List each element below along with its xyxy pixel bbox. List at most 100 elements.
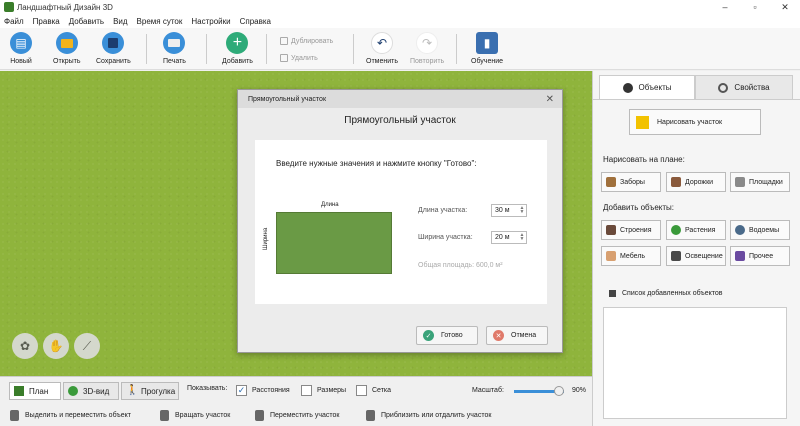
save-button[interactable]: Сохранить	[96, 32, 131, 65]
plot-preview	[276, 212, 392, 274]
add-label: Добавить	[222, 58, 253, 65]
spinner-arrows-icon[interactable]: ▲ ▼	[519, 206, 525, 215]
tree-plant-icon	[671, 225, 681, 235]
plus-icon: +	[226, 32, 249, 54]
duplicate-icon	[280, 37, 288, 45]
areas-button[interactable]: Площадки	[730, 172, 790, 192]
areas-label: Площадки	[749, 178, 783, 186]
3d-icon	[68, 386, 78, 396]
toolbar-divider	[206, 34, 207, 64]
menu-bar: Файл Правка Добавить Вид Время суток Нас…	[0, 14, 800, 28]
window-controls: – ▫ ✕	[710, 0, 800, 14]
furniture-label: Мебель	[620, 252, 646, 260]
mouse-left-icon	[10, 409, 19, 421]
redo-button[interactable]: ↷ Повторить	[410, 32, 444, 65]
status-move: Переместить участок	[255, 409, 339, 421]
tab-objects[interactable]: Объекты	[599, 75, 695, 99]
menu-add[interactable]: Добавить	[69, 17, 104, 26]
walk-view-button[interactable]: 🚶 Прогулка	[121, 382, 179, 400]
undo-button[interactable]: ↶ Отменить	[366, 32, 398, 65]
redo-arrow-icon: ↷	[416, 32, 439, 54]
floppy-icon	[102, 32, 125, 54]
plan-view-button[interactable]: План	[9, 382, 61, 400]
total-area: Общая площадь: 600,0 м²	[418, 262, 503, 269]
menu-time-of-day[interactable]: Время суток	[137, 17, 183, 26]
house-icon	[606, 225, 616, 235]
sizes-checkbox[interactable]: Размеры	[301, 385, 346, 396]
object-list[interactable]	[603, 307, 787, 419]
redo-label: Повторить	[410, 58, 445, 65]
menu-edit[interactable]: Правка	[33, 17, 60, 26]
minimize-icon[interactable]: –	[710, 0, 740, 14]
furniture-button[interactable]: Мебель	[601, 246, 661, 266]
distances-checkbox[interactable]: ✓ Расстояния	[236, 385, 290, 396]
add-button[interactable]: + Добавить	[222, 32, 253, 65]
ponds-button[interactable]: Водоемы	[730, 220, 790, 240]
tutorial-button[interactable]: ▮ Обучение	[471, 32, 503, 65]
open-button[interactable]: Открыть	[53, 32, 81, 65]
length-label: Длина участка:	[418, 207, 468, 214]
lighting-button[interactable]: Освещение	[666, 246, 726, 266]
scale-slider[interactable]	[514, 386, 564, 396]
menu-file[interactable]: Файл	[4, 17, 24, 26]
tutorial-label: Обучение	[471, 58, 504, 65]
paths-button[interactable]: Дорожки	[666, 172, 726, 192]
duplicate-label: Дублировать	[291, 37, 334, 45]
spinner-arrows-icon[interactable]: ▲ ▼	[519, 233, 525, 242]
scale-slider-handle[interactable]	[554, 386, 564, 396]
delete-button[interactable]: Удалить	[280, 54, 318, 62]
width-spinner[interactable]: 20 м ▲ ▼	[491, 231, 527, 244]
3d-view-button[interactable]: 3D-вид	[63, 382, 119, 400]
print-button[interactable]: Печать	[163, 32, 186, 65]
hand-pan-icon[interactable]: ✋	[43, 333, 69, 359]
lamp-icon	[671, 251, 681, 261]
length-spinner[interactable]: 30 м ▲ ▼	[491, 204, 527, 217]
folder-icon	[55, 32, 78, 54]
status-rotate: Вращать участок	[160, 409, 230, 421]
plan-label: План	[29, 386, 49, 396]
plants-button[interactable]: Растения	[666, 220, 726, 240]
toolbar-divider	[266, 34, 267, 64]
buildings-label: Строения	[620, 226, 652, 234]
right-panel: Объекты Свойства Нарисовать участок Нари…	[592, 71, 800, 426]
buildings-button[interactable]: Строения	[601, 220, 661, 240]
status-select: Выделить и переместить объект	[10, 409, 131, 421]
dialog-close-icon[interactable]: ✕	[546, 94, 554, 105]
fences-button[interactable]: Заборы	[601, 172, 661, 192]
menu-help[interactable]: Справка	[240, 17, 271, 26]
grid-checkbox[interactable]: Сетка	[356, 385, 391, 396]
toolbar-divider	[456, 34, 457, 64]
maximize-icon[interactable]: ▫	[740, 0, 770, 14]
object-list-title: Список добавленных объектов	[622, 290, 723, 297]
dialog-header: Прямоугольный участок ✕	[238, 90, 562, 108]
draw-plot-button[interactable]: Нарисовать участок	[629, 109, 761, 135]
duplicate-button[interactable]: Дублировать	[280, 37, 333, 45]
dialog-instruction: Введите нужные значения и нажмите кнопку…	[276, 159, 477, 168]
ok-button[interactable]: ✓ Готово	[416, 326, 478, 345]
undo-arrow-icon: ↶	[371, 32, 393, 54]
tab-properties[interactable]: Свойства	[695, 75, 793, 99]
new-button[interactable]: ▤ Новый	[10, 32, 32, 65]
ruler-icon[interactable]: ⟋	[74, 333, 100, 359]
save-label: Сохранить	[96, 58, 131, 65]
new-file-icon: ▤	[10, 32, 32, 54]
close-icon[interactable]: ✕	[770, 0, 800, 14]
menu-settings[interactable]: Настройки	[191, 17, 230, 26]
width-caption: Ширина	[263, 227, 269, 250]
misc-icon	[735, 251, 745, 261]
cancel-button[interactable]: ✕ Отмена	[486, 326, 548, 345]
sizes-box	[301, 385, 312, 396]
scale-value: 90%	[572, 387, 587, 394]
book-icon: ▮	[476, 32, 498, 54]
menu-view[interactable]: Вид	[113, 17, 127, 26]
rotate-tool-icon[interactable]: ✿	[12, 333, 38, 359]
delete-label: Удалить	[291, 54, 318, 62]
draw-plot-icon	[636, 115, 649, 129]
show-label: Показывать:	[187, 385, 228, 392]
scale-label: Масштаб:	[472, 387, 504, 394]
tab-objects-label: Объекты	[638, 83, 672, 92]
toolbar-divider	[146, 34, 147, 64]
other-button[interactable]: Прочее	[730, 246, 790, 266]
draw-plot-label: Нарисовать участок	[657, 118, 723, 126]
paths-label: Дорожки	[685, 178, 714, 186]
